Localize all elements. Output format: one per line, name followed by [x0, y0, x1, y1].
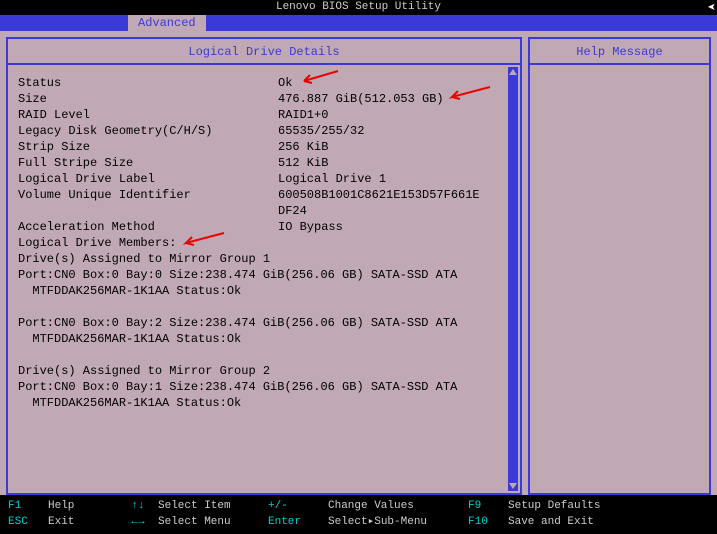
- accel-label: Acceleration Method: [18, 219, 278, 235]
- drive-entry: Port:CN0 Box:0 Bay:1 Size:238.474 GiB(25…: [18, 379, 504, 395]
- drive-label-value: Logical Drive 1: [278, 171, 504, 187]
- hotkey-plusminus: +/-: [268, 498, 328, 514]
- hotkey-f9-desc: Setup Defaults: [508, 498, 600, 514]
- members-label: Logical Drive Members:: [18, 235, 504, 251]
- hotkey-updown-desc: Select Item: [158, 498, 268, 514]
- panel-right-title: Help Message: [530, 39, 709, 65]
- footer-hotkeys: F1 Help ↑↓ Select Item +/- Change Values…: [0, 495, 717, 533]
- size-value: 476.887 GiB(512.053 GB): [278, 91, 504, 107]
- hotkey-enter: Enter: [268, 514, 328, 530]
- raid-label: RAID Level: [18, 107, 278, 123]
- geometry-value: 65535/255/32: [278, 123, 504, 139]
- full-stripe-value: 512 KiB: [278, 155, 504, 171]
- raid-value: RAID1+0: [278, 107, 504, 123]
- main-area: Logical Drive Details StatusOk Size476.8…: [0, 31, 717, 495]
- tab-bar: Advanced: [0, 15, 717, 31]
- strip-label: Strip Size: [18, 139, 278, 155]
- drive-entry-detail: MTFDDAK256MAR-1K1AA Status:Ok: [18, 395, 504, 411]
- size-label: Size: [18, 91, 278, 107]
- details-content: StatusOk Size476.887 GiB(512.053 GB) RAI…: [8, 65, 520, 421]
- vuid-value-2: DF24: [278, 203, 504, 219]
- hotkey-f9: F9: [468, 498, 508, 514]
- hotkey-leftright: ←→: [118, 514, 158, 530]
- drive-entry: Port:CN0 Box:0 Bay:0 Size:238.474 GiB(25…: [18, 267, 504, 283]
- vuid-label: Volume Unique Identifier: [18, 187, 278, 203]
- panel-help-message: Help Message: [528, 37, 711, 495]
- strip-value: 256 KiB: [278, 139, 504, 155]
- panel-logical-drive-details: Logical Drive Details StatusOk Size476.8…: [6, 37, 522, 495]
- status-value: Ok: [278, 75, 504, 91]
- mirror-group-2-label: Drive(s) Assigned to Mirror Group 2: [18, 363, 504, 379]
- drive-entry: Port:CN0 Box:0 Bay:2 Size:238.474 GiB(25…: [18, 315, 504, 331]
- drive-entry-detail: MTFDDAK256MAR-1K1AA Status:Ok: [18, 283, 504, 299]
- drive-entry-detail: MTFDDAK256MAR-1K1AA Status:Ok: [18, 331, 504, 347]
- hotkey-esc: ESC: [8, 514, 48, 530]
- panel-left-title: Logical Drive Details: [8, 39, 520, 65]
- hotkey-enter-desc: Select▸Sub-Menu: [328, 514, 468, 530]
- status-label: Status: [18, 75, 278, 91]
- window-title: Lenovo BIOS Setup Utility: [0, 0, 717, 15]
- scrollbar[interactable]: [508, 67, 518, 491]
- tab-advanced[interactable]: Advanced: [128, 15, 206, 31]
- accel-value: IO Bypass: [278, 219, 504, 235]
- hotkey-leftright-desc: Select Menu: [158, 514, 268, 530]
- drive-label-label: Logical Drive Label: [18, 171, 278, 187]
- hotkey-f1-desc: Help: [48, 498, 118, 514]
- mirror-group-1-label: Drive(s) Assigned to Mirror Group 1: [18, 251, 504, 267]
- geometry-label: Legacy Disk Geometry(C/H/S): [18, 123, 278, 139]
- hotkey-esc-desc: Exit: [48, 514, 118, 530]
- hotkey-f10-desc: Save and Exit: [508, 514, 594, 530]
- hotkey-f1: F1: [8, 498, 48, 514]
- hotkey-updown: ↑↓: [118, 498, 158, 514]
- hotkey-f10: F10: [468, 514, 508, 530]
- vuid-value-1: 600508B1001C8621E153D57F661E: [278, 187, 504, 203]
- full-stripe-label: Full Stripe Size: [18, 155, 278, 171]
- hotkey-plusminus-desc: Change Values: [328, 498, 468, 514]
